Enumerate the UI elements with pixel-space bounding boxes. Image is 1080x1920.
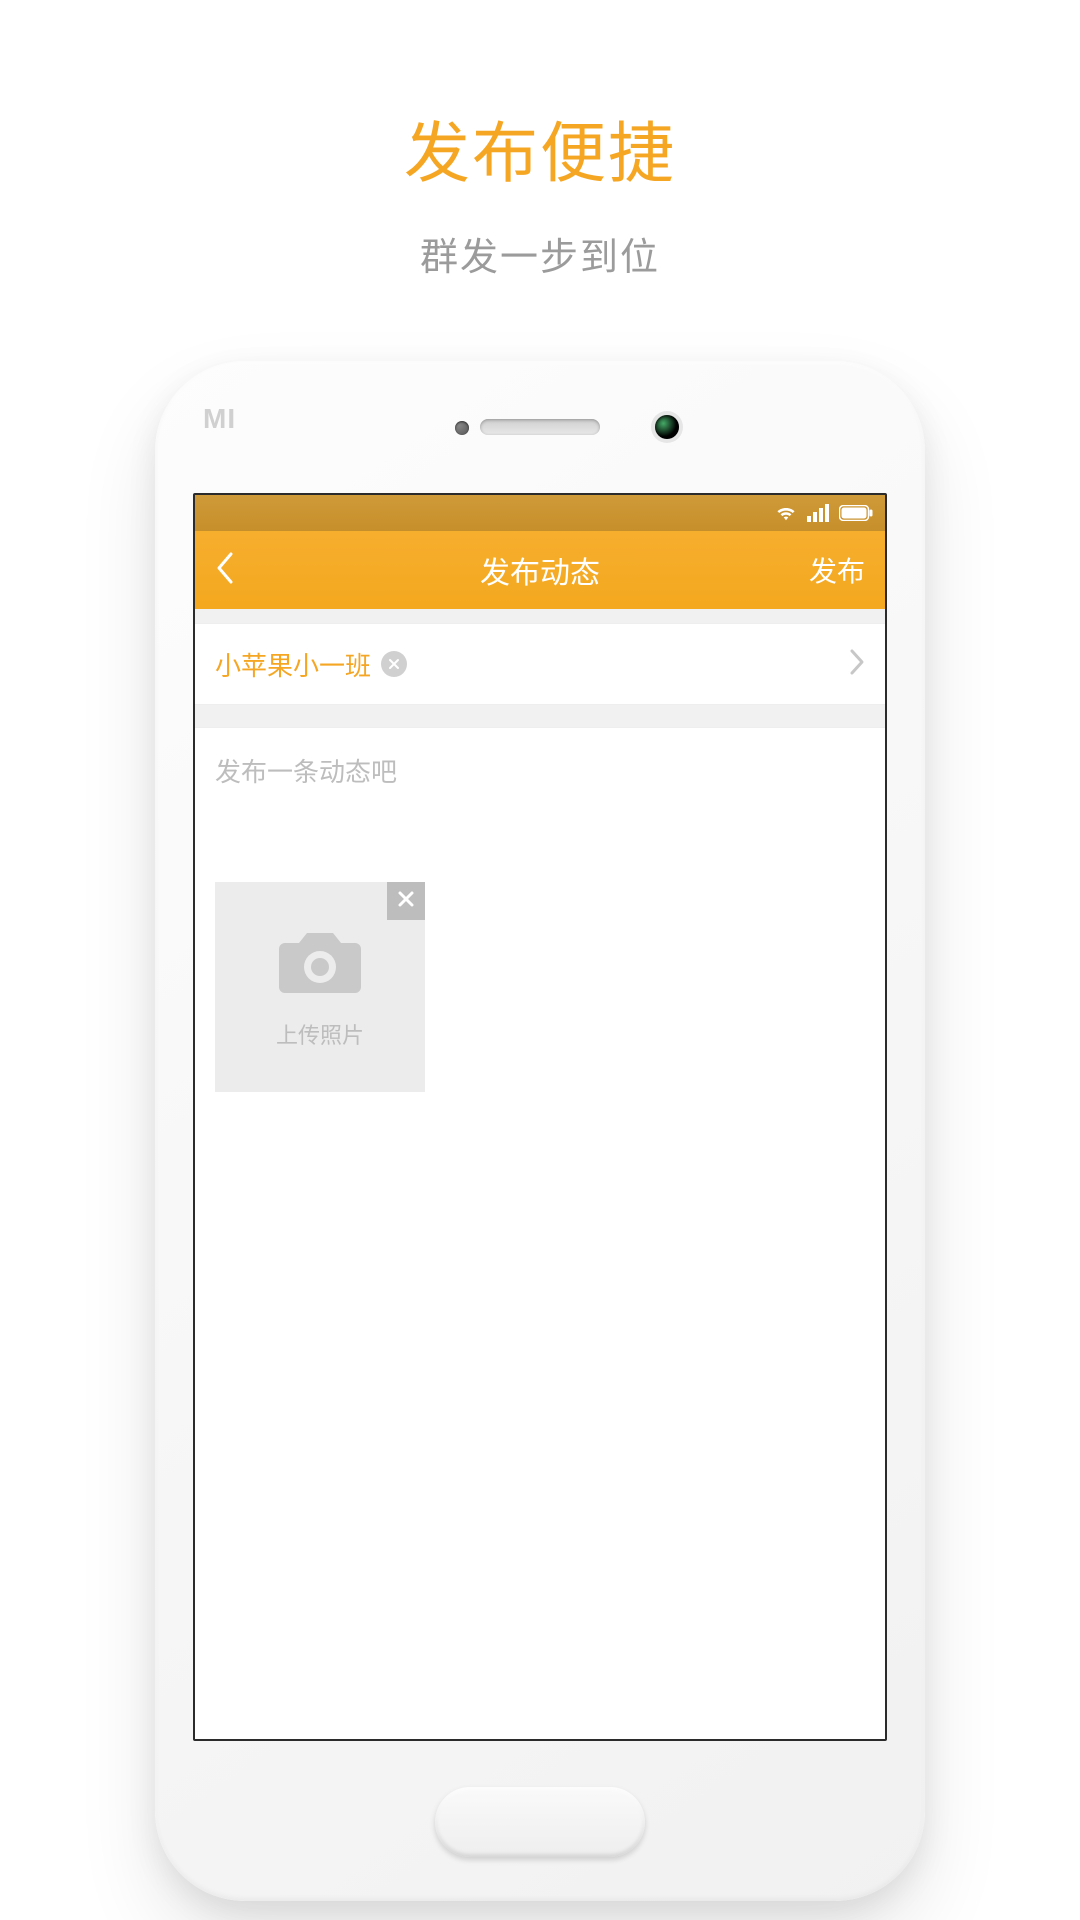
publish-button[interactable]: 发布 xyxy=(809,531,865,609)
content-area: 小苹果小一班 xyxy=(195,609,885,1739)
proximity-sensor xyxy=(455,421,469,435)
chevron-left-icon xyxy=(215,551,235,590)
speaker-grille xyxy=(480,419,600,435)
nav-bar: 发布动态 发布 xyxy=(195,531,885,609)
signal-icon xyxy=(807,504,829,522)
selected-class-label: 小苹果小一班 xyxy=(215,646,371,683)
hero-subtitle: 群发一步到位 xyxy=(420,226,660,281)
wifi-icon xyxy=(775,504,797,522)
remove-upload-button[interactable] xyxy=(387,882,425,920)
back-button[interactable] xyxy=(195,531,255,609)
home-button[interactable] xyxy=(435,1787,645,1857)
camera-icon xyxy=(275,925,365,1002)
front-camera xyxy=(655,415,679,439)
device-screen: 发布动态 发布 小苹果小一班 xyxy=(193,493,887,1741)
upload-photo-box[interactable]: 上传照片 xyxy=(215,882,425,1092)
status-bar xyxy=(195,495,885,531)
device-logo: MI xyxy=(203,403,236,435)
battery-icon xyxy=(839,505,873,521)
chevron-right-icon xyxy=(849,648,865,681)
device-frame: MI xyxy=(155,361,925,1901)
class-selector-row[interactable]: 小苹果小一班 xyxy=(195,623,885,705)
close-icon xyxy=(397,890,415,913)
compose-input[interactable]: 发布一条动态吧 xyxy=(215,752,865,872)
clear-class-button[interactable] xyxy=(381,651,407,677)
upload-photo-label: 上传照片 xyxy=(276,1018,364,1050)
compose-area: 发布一条动态吧 xyxy=(195,727,885,1739)
close-icon xyxy=(388,658,400,670)
hero-title: 发布便捷 xyxy=(404,100,676,196)
nav-title: 发布动态 xyxy=(195,548,885,592)
